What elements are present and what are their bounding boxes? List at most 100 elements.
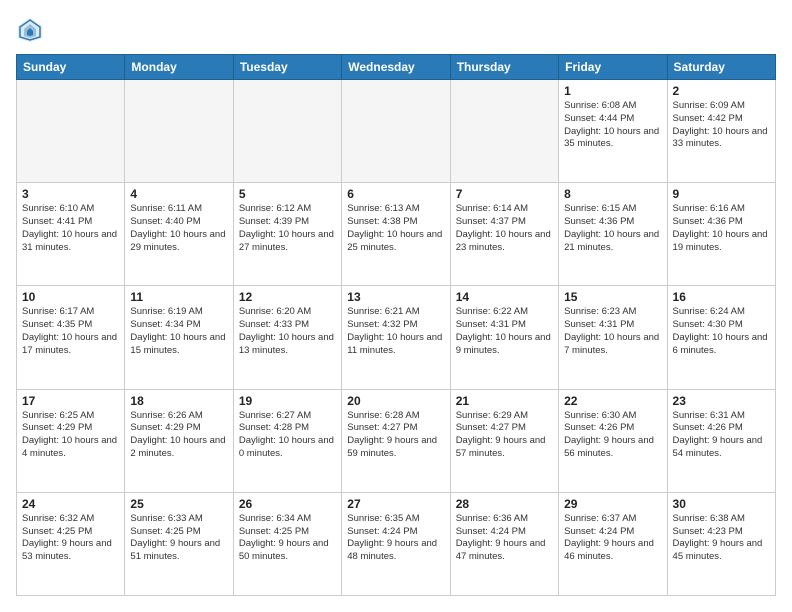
day-info: Sunrise: 6:17 AM Sunset: 4:35 PM Dayligh… bbox=[22, 306, 119, 357]
day-number: 14 bbox=[456, 290, 553, 304]
day-number: 9 bbox=[673, 187, 770, 201]
calendar-cell: 9 Sunrise: 6:16 AM Sunset: 4:36 PM Daylig… bbox=[667, 183, 775, 286]
weekday-header-monday: Monday bbox=[125, 55, 233, 80]
day-number: 28 bbox=[456, 497, 553, 511]
day-number: 25 bbox=[130, 497, 227, 511]
day-info: Sunrise: 6:30 AM Sunset: 4:26 PM Dayligh… bbox=[564, 410, 661, 461]
calendar-cell: 25 Sunrise: 6:33 AM Sunset: 4:25 PM Dayli… bbox=[125, 492, 233, 595]
day-number: 11 bbox=[130, 290, 227, 304]
day-number: 27 bbox=[347, 497, 444, 511]
calendar-cell: 24 Sunrise: 6:32 AM Sunset: 4:25 PM Dayli… bbox=[17, 492, 125, 595]
calendar-cell: 1 Sunrise: 6:08 AM Sunset: 4:44 PM Daylig… bbox=[559, 80, 667, 183]
calendar-cell: 17Sunrise: 6:25 AM Sunset: 4:29 PM Dayli… bbox=[17, 389, 125, 492]
day-number: 15 bbox=[564, 290, 661, 304]
day-number: 17 bbox=[22, 394, 119, 408]
day-number: 13 bbox=[347, 290, 444, 304]
day-info: Sunrise: 6:19 AM Sunset: 4:34 PM Dayligh… bbox=[130, 306, 227, 357]
day-info: Sunrise: 6:26 AM Sunset: 4:29 PM Dayligh… bbox=[130, 410, 227, 461]
calendar-cell: 10 Sunrise: 6:17 AM Sunset: 4:35 PM Dayli… bbox=[17, 286, 125, 389]
weekday-header-friday: Friday bbox=[559, 55, 667, 80]
day-number: 20 bbox=[347, 394, 444, 408]
calendar-cell: 30Sunrise: 6:38 AM Sunset: 4:23 PM Dayli… bbox=[667, 492, 775, 595]
day-number: 21 bbox=[456, 394, 553, 408]
day-info: Sunrise: 6:34 AM Sunset: 4:25 PM Dayligh… bbox=[239, 513, 336, 564]
day-info: Sunrise: 6:11 AM Sunset: 4:40 PM Dayligh… bbox=[130, 203, 227, 254]
day-number: 6 bbox=[347, 187, 444, 201]
calendar-cell bbox=[233, 80, 341, 183]
calendar-cell: 22 Sunrise: 6:30 AM Sunset: 4:26 PM Dayli… bbox=[559, 389, 667, 492]
day-number: 12 bbox=[239, 290, 336, 304]
weekday-header-sunday: Sunday bbox=[17, 55, 125, 80]
calendar-cell: 26Sunrise: 6:34 AM Sunset: 4:25 PM Dayli… bbox=[233, 492, 341, 595]
day-number: 7 bbox=[456, 187, 553, 201]
day-info: Sunrise: 6:16 AM Sunset: 4:36 PM Dayligh… bbox=[673, 203, 770, 254]
calendar-cell: 27Sunrise: 6:35 AM Sunset: 4:24 PM Dayli… bbox=[342, 492, 450, 595]
day-info: Sunrise: 6:32 AM Sunset: 4:25 PM Dayligh… bbox=[22, 513, 119, 564]
day-number: 8 bbox=[564, 187, 661, 201]
day-info: Sunrise: 6:29 AM Sunset: 4:27 PM Dayligh… bbox=[456, 410, 553, 461]
calendar-cell: 16 Sunrise: 6:24 AM Sunset: 4:30 PM Dayli… bbox=[667, 286, 775, 389]
day-number: 16 bbox=[673, 290, 770, 304]
calendar-cell: 14 Sunrise: 6:22 AM Sunset: 4:31 PM Dayli… bbox=[450, 286, 558, 389]
calendar-cell: 23 Sunrise: 6:31 AM Sunset: 4:26 PM Dayli… bbox=[667, 389, 775, 492]
calendar-cell: 18 Sunrise: 6:26 AM Sunset: 4:29 PM Dayli… bbox=[125, 389, 233, 492]
day-info: Sunrise: 6:21 AM Sunset: 4:32 PM Dayligh… bbox=[347, 306, 444, 357]
logo-icon bbox=[16, 16, 44, 44]
calendar-week-1: 1 Sunrise: 6:08 AM Sunset: 4:44 PM Daylig… bbox=[17, 80, 776, 183]
day-info: Sunrise: 6:12 AM Sunset: 4:39 PM Dayligh… bbox=[239, 203, 336, 254]
calendar-cell: 11 Sunrise: 6:19 AM Sunset: 4:34 PM Dayli… bbox=[125, 286, 233, 389]
calendar-cell: 21 Sunrise: 6:29 AM Sunset: 4:27 PM Dayli… bbox=[450, 389, 558, 492]
calendar-cell: 19 Sunrise: 6:27 AM Sunset: 4:28 PM Dayli… bbox=[233, 389, 341, 492]
day-number: 4 bbox=[130, 187, 227, 201]
weekday-header-thursday: Thursday bbox=[450, 55, 558, 80]
day-number: 2 bbox=[673, 84, 770, 98]
day-info: Sunrise: 6:36 AM Sunset: 4:24 PM Dayligh… bbox=[456, 513, 553, 564]
calendar-cell bbox=[342, 80, 450, 183]
day-info: Sunrise: 6:24 AM Sunset: 4:30 PM Dayligh… bbox=[673, 306, 770, 357]
day-info: Sunrise: 6:13 AM Sunset: 4:38 PM Dayligh… bbox=[347, 203, 444, 254]
header bbox=[16, 16, 776, 44]
day-number: 29 bbox=[564, 497, 661, 511]
weekday-header-saturday: Saturday bbox=[667, 55, 775, 80]
day-number: 30 bbox=[673, 497, 770, 511]
calendar-cell bbox=[450, 80, 558, 183]
day-number: 1 bbox=[564, 84, 661, 98]
calendar-cell: 4 Sunrise: 6:11 AM Sunset: 4:40 PM Daylig… bbox=[125, 183, 233, 286]
calendar-cell: 2 Sunrise: 6:09 AM Sunset: 4:42 PM Daylig… bbox=[667, 80, 775, 183]
calendar-cell: 28 Sunrise: 6:36 AM Sunset: 4:24 PM Dayli… bbox=[450, 492, 558, 595]
calendar-cell: 8 Sunrise: 6:15 AM Sunset: 4:36 PM Daylig… bbox=[559, 183, 667, 286]
day-info: Sunrise: 6:22 AM Sunset: 4:31 PM Dayligh… bbox=[456, 306, 553, 357]
calendar-cell: 15 Sunrise: 6:23 AM Sunset: 4:31 PM Dayli… bbox=[559, 286, 667, 389]
day-info: Sunrise: 6:15 AM Sunset: 4:36 PM Dayligh… bbox=[564, 203, 661, 254]
calendar-week-4: 17Sunrise: 6:25 AM Sunset: 4:29 PM Dayli… bbox=[17, 389, 776, 492]
day-info: Sunrise: 6:09 AM Sunset: 4:42 PM Dayligh… bbox=[673, 100, 770, 151]
day-number: 23 bbox=[673, 394, 770, 408]
day-info: Sunrise: 6:20 AM Sunset: 4:33 PM Dayligh… bbox=[239, 306, 336, 357]
weekday-header-row: SundayMondayTuesdayWednesdayThursdayFrid… bbox=[17, 55, 776, 80]
day-info: Sunrise: 6:08 AM Sunset: 4:44 PM Dayligh… bbox=[564, 100, 661, 151]
day-number: 22 bbox=[564, 394, 661, 408]
calendar-cell: 20Sunrise: 6:28 AM Sunset: 4:27 PM Dayli… bbox=[342, 389, 450, 492]
weekday-header-wednesday: Wednesday bbox=[342, 55, 450, 80]
calendar-cell bbox=[17, 80, 125, 183]
day-number: 5 bbox=[239, 187, 336, 201]
calendar-table: SundayMondayTuesdayWednesdayThursdayFrid… bbox=[16, 54, 776, 596]
day-number: 3 bbox=[22, 187, 119, 201]
calendar-cell: 6 Sunrise: 6:13 AM Sunset: 4:38 PM Daylig… bbox=[342, 183, 450, 286]
day-info: Sunrise: 6:33 AM Sunset: 4:25 PM Dayligh… bbox=[130, 513, 227, 564]
day-number: 18 bbox=[130, 394, 227, 408]
day-number: 10 bbox=[22, 290, 119, 304]
day-info: Sunrise: 6:14 AM Sunset: 4:37 PM Dayligh… bbox=[456, 203, 553, 254]
calendar-cell: 12 Sunrise: 6:20 AM Sunset: 4:33 PM Dayli… bbox=[233, 286, 341, 389]
day-info: Sunrise: 6:23 AM Sunset: 4:31 PM Dayligh… bbox=[564, 306, 661, 357]
day-info: Sunrise: 6:31 AM Sunset: 4:26 PM Dayligh… bbox=[673, 410, 770, 461]
day-info: Sunrise: 6:37 AM Sunset: 4:24 PM Dayligh… bbox=[564, 513, 661, 564]
calendar-cell: 3Sunrise: 6:10 AM Sunset: 4:41 PM Daylig… bbox=[17, 183, 125, 286]
day-info: Sunrise: 6:27 AM Sunset: 4:28 PM Dayligh… bbox=[239, 410, 336, 461]
day-number: 24 bbox=[22, 497, 119, 511]
day-number: 19 bbox=[239, 394, 336, 408]
calendar-cell: 13 Sunrise: 6:21 AM Sunset: 4:32 PM Dayli… bbox=[342, 286, 450, 389]
calendar-cell bbox=[125, 80, 233, 183]
calendar-cell: 7 Sunrise: 6:14 AM Sunset: 4:37 PM Daylig… bbox=[450, 183, 558, 286]
calendar-week-2: 3Sunrise: 6:10 AM Sunset: 4:41 PM Daylig… bbox=[17, 183, 776, 286]
